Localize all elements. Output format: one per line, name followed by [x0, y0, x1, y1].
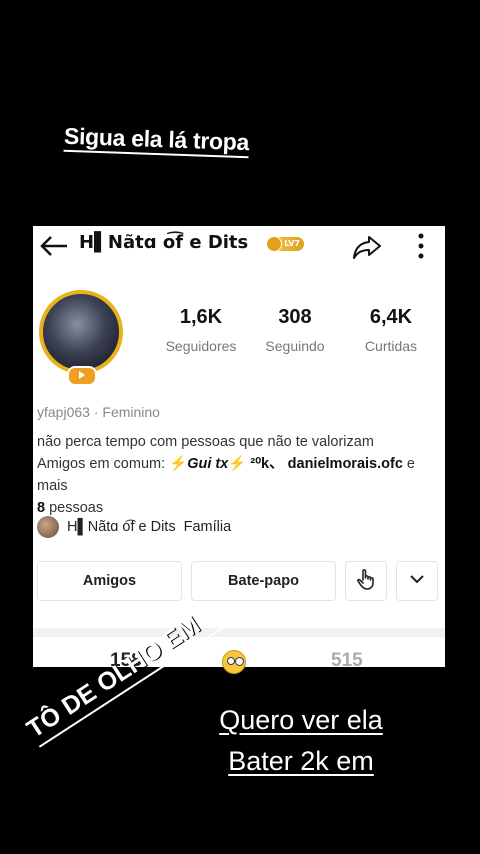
family-avatar: [37, 516, 59, 538]
bio-text: não perca tempo com pessoas que não te v…: [37, 434, 374, 450]
stat-label: Seguidores: [165, 338, 237, 354]
mutual-count: 8: [37, 500, 46, 516]
flushed-face-icon: [222, 650, 246, 674]
avatar-image: [39, 290, 123, 374]
mutual-prefix: Amigos em comum:: [37, 456, 166, 472]
mutual-name-2[interactable]: danielmorais.ofc: [288, 456, 403, 472]
share-icon[interactable]: [351, 234, 383, 264]
mutual-name-1[interactable]: Gui tx: [187, 456, 228, 472]
stat-label: Seguindo: [265, 338, 325, 354]
right-caption-line-2: Bater 2k em: [228, 746, 374, 776]
right-caption-line-1: Quero ver ela: [219, 705, 383, 735]
section-divider: [33, 628, 445, 637]
stat-value: 308: [278, 306, 312, 328]
bio: não perca tempo com pessoas que não te v…: [37, 431, 441, 519]
gender: Feminino: [102, 404, 160, 420]
hand-pointer-icon: [356, 568, 376, 594]
right-caption: Quero ver ela Bater 2k em: [210, 700, 392, 782]
peek-count-2: 515: [331, 650, 363, 667]
stat-likes[interactable]: 6,4K Curtidas: [341, 306, 441, 354]
stat-following[interactable]: 308 Seguindo: [245, 306, 345, 354]
bolt-icon: ⚡: [228, 456, 247, 472]
more-options-icon[interactable]: [415, 232, 427, 264]
live-badge-icon: [67, 366, 97, 386]
level-badge: LV7: [266, 236, 304, 252]
top-caption: Sigua ela lá tropa: [63, 122, 250, 156]
meta-separator: ·: [93, 404, 99, 420]
friends-button[interactable]: Amigos: [37, 561, 182, 601]
avatar[interactable]: [37, 284, 129, 386]
mutual-sup: ²⁰k、: [250, 456, 284, 472]
mutual-suffix: pessoas: [49, 500, 104, 516]
family-name: H▌Nãtɑ o͡f e Dits: [67, 519, 176, 535]
back-arrow-icon[interactable]: [39, 234, 69, 262]
expand-button[interactable]: [396, 561, 438, 601]
top-bar: H▌Nãtɑ o͡f e Dits LV7: [33, 226, 445, 266]
stat-label: Curtidas: [364, 338, 418, 354]
handle: yfapj063: [37, 404, 90, 420]
mutual-friends: Amigos em comum: ⚡Gui tx⚡ ²⁰k、 danielmor…: [37, 453, 441, 497]
stat-followers[interactable]: 1,6K Seguidores: [151, 306, 251, 354]
family-label: Família: [183, 519, 232, 535]
bolt-icon: ⚡: [169, 456, 188, 472]
family-row[interactable]: H▌Nãtɑ o͡f e Dits Família: [37, 515, 231, 539]
poke-button[interactable]: [345, 561, 387, 601]
stat-value: 1,6K: [179, 306, 223, 328]
chevron-down-icon: [409, 573, 425, 589]
stat-value: 6,4K: [369, 306, 413, 328]
profile-username-title: H▌Nãtɑ o͡f e Dits: [79, 232, 249, 253]
profile-meta: yfapj063 · Feminino: [37, 404, 160, 420]
